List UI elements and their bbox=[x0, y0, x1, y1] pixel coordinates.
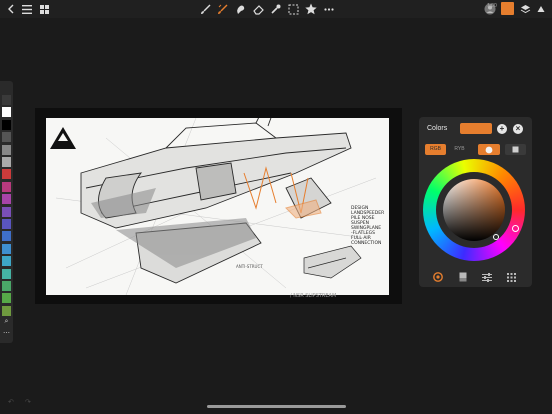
sliders-tab-icon[interactable] bbox=[481, 271, 493, 283]
layers-icon[interactable] bbox=[519, 2, 531, 16]
blend-icon[interactable] bbox=[234, 2, 246, 16]
color-swatch-item[interactable] bbox=[2, 95, 11, 105]
top-toolbar: 1:00 bbox=[0, 0, 552, 18]
design-notes: DESIGN LANDSPEEDER PILE NOSE SUSPEN SWINGPLA… bbox=[351, 206, 384, 246]
current-color-swatch[interactable] bbox=[460, 123, 492, 134]
palette-grid-icon[interactable] bbox=[505, 271, 517, 283]
color-swatch-item[interactable] bbox=[2, 268, 11, 279]
color-swatch-item[interactable] bbox=[2, 181, 11, 192]
close-panel-button[interactable]: × bbox=[513, 124, 523, 134]
swatch-strip: ⌕ ⋯ bbox=[0, 81, 13, 343]
saturation-handle[interactable] bbox=[493, 234, 499, 240]
more-icon[interactable] bbox=[323, 2, 335, 16]
color-swatch-item[interactable] bbox=[2, 281, 11, 291]
selection-icon[interactable] bbox=[287, 2, 299, 16]
wheel-center bbox=[436, 172, 512, 248]
hue-wheel[interactable] bbox=[423, 159, 525, 261]
color-swatch[interactable] bbox=[501, 2, 514, 15]
sketch-drawing bbox=[50, 118, 377, 295]
saturation-brightness-area[interactable] bbox=[443, 179, 505, 241]
eyedropper-icon[interactable] bbox=[269, 2, 281, 16]
color-swatch-item[interactable] bbox=[2, 219, 11, 229]
color-swatch-item[interactable] bbox=[2, 194, 11, 205]
undo-icon[interactable]: ↶ bbox=[8, 398, 14, 406]
color-swatch-item[interactable] bbox=[2, 293, 11, 304]
grid-icon[interactable] bbox=[39, 2, 50, 16]
square-icon bbox=[512, 146, 519, 153]
drawing-canvas[interactable]: DESIGN LANDSPEEDER PILE NOSE SUSPEN SWINGPLA… bbox=[46, 118, 389, 295]
more-icon[interactable]: ⋯ bbox=[2, 329, 11, 337]
colors-panel-title: Colors bbox=[427, 125, 448, 132]
home-indicator bbox=[207, 405, 346, 408]
redo-icon[interactable]: ↷ bbox=[25, 398, 31, 406]
sketch-tag: ANTI-STRUCT bbox=[236, 264, 263, 269]
search-icon[interactable]: ⌕ bbox=[2, 318, 11, 326]
star-icon[interactable] bbox=[305, 2, 317, 16]
mode-ryb-tab[interactable]: RYB bbox=[449, 144, 470, 155]
add-color-button[interactable]: + bbox=[497, 124, 507, 134]
note-line: CONNECTION bbox=[351, 241, 382, 246]
mode-rgb-tab[interactable]: RGB bbox=[425, 144, 446, 155]
chevron-left-icon[interactable] bbox=[6, 2, 16, 16]
color-swatch-item[interactable] bbox=[2, 107, 11, 118]
canvas-caption: / NSR SLIPSTREAM bbox=[290, 293, 337, 299]
status-time: 1:00 bbox=[487, 3, 497, 9]
color-swatch-item[interactable] bbox=[2, 119, 11, 130]
wheel-style-toggle[interactable] bbox=[478, 144, 500, 155]
triangle-icon[interactable] bbox=[536, 2, 546, 16]
hue-handle[interactable] bbox=[512, 225, 519, 232]
color-swatch-item[interactable] bbox=[2, 144, 11, 155]
swatch-tab-icon[interactable] bbox=[457, 271, 469, 283]
logo-icon bbox=[50, 127, 76, 149]
color-swatch-item[interactable] bbox=[2, 206, 11, 217]
smudge-icon[interactable] bbox=[216, 2, 228, 16]
color-swatch-item[interactable] bbox=[2, 231, 11, 242]
color-swatch-item[interactable] bbox=[2, 157, 11, 167]
wheel-tab-icon[interactable] bbox=[432, 271, 444, 283]
disc-icon bbox=[485, 146, 493, 153]
list-icon[interactable] bbox=[21, 2, 32, 16]
colors-panel: Colors + × RGB RYB bbox=[419, 117, 532, 287]
color-swatch-item[interactable] bbox=[2, 243, 11, 254]
color-swatch-item[interactable] bbox=[2, 169, 11, 180]
color-swatch-item[interactable] bbox=[2, 305, 11, 316]
color-swatch-item[interactable] bbox=[2, 256, 11, 267]
eraser-icon[interactable] bbox=[252, 2, 264, 16]
brush-icon[interactable] bbox=[199, 2, 211, 16]
square-style-toggle[interactable] bbox=[505, 144, 526, 155]
color-swatch-item[interactable] bbox=[2, 132, 11, 143]
